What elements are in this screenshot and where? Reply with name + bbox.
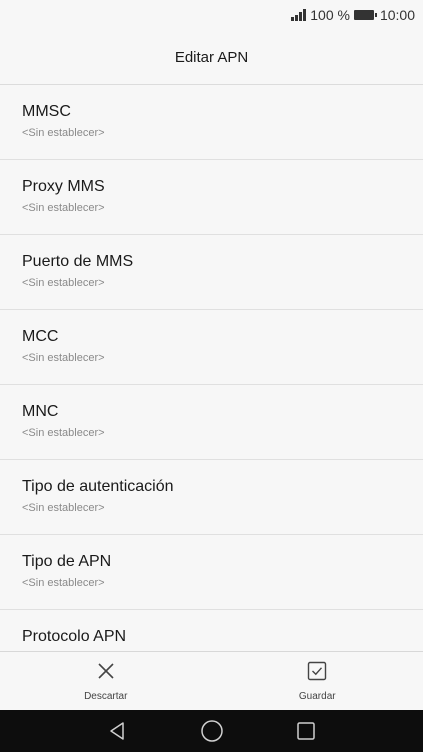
- setting-apn-protocol[interactable]: Protocolo APN: [0, 610, 423, 651]
- save-label: Guardar: [298, 691, 336, 702]
- setting-value: <Sin establecer>: [22, 352, 105, 364]
- navigation-bar: [0, 710, 423, 752]
- battery-icon: [353, 10, 377, 20]
- setting-label: Tipo de autenticación: [22, 478, 174, 495]
- setting-value: <Sin establecer>: [22, 127, 105, 139]
- signal-icon: [291, 9, 307, 21]
- setting-mmsc[interactable]: MMSC <Sin establecer>: [0, 85, 423, 160]
- setting-proxy-mms[interactable]: Proxy MMS <Sin establecer>: [0, 160, 423, 235]
- setting-label: Proxy MMS: [22, 178, 105, 195]
- recents-square-icon: [296, 722, 315, 740]
- back-button[interactable]: [106, 719, 130, 743]
- close-icon: [98, 663, 114, 679]
- setting-label: MNC: [22, 403, 59, 420]
- setting-mcc[interactable]: MCC <Sin establecer>: [0, 310, 423, 385]
- setting-value: <Sin establecer>: [22, 502, 105, 514]
- setting-auth-type[interactable]: Tipo de autenticación <Sin establecer>: [0, 460, 423, 535]
- setting-value: <Sin establecer>: [22, 427, 105, 439]
- setting-mms-port[interactable]: Puerto de MMS <Sin establecer>: [0, 235, 423, 310]
- back-triangle-icon: [109, 722, 124, 740]
- apn-settings-list: MMSC <Sin establecer> Proxy MMS <Sin est…: [0, 85, 423, 651]
- setting-label: MMSC: [22, 103, 71, 120]
- home-button[interactable]: [200, 719, 224, 743]
- setting-mnc[interactable]: MNC <Sin establecer>: [0, 385, 423, 460]
- setting-label: MCC: [22, 328, 59, 345]
- setting-value: <Sin establecer>: [22, 202, 105, 214]
- action-bar: Descartar Guardar: [0, 651, 423, 710]
- battery-percent: 100 %: [310, 7, 350, 23]
- setting-label: Tipo de APN: [22, 553, 112, 570]
- status-bar: 100 % 10:00: [0, 0, 423, 30]
- setting-label: Puerto de MMS: [22, 253, 134, 270]
- recents-button[interactable]: [294, 719, 318, 743]
- page-title: Editar APN: [174, 48, 249, 66]
- save-button[interactable]: Guardar: [212, 652, 423, 710]
- status-time: 10:00: [379, 7, 415, 23]
- discard-button[interactable]: Descartar: [0, 652, 212, 710]
- setting-apn-type[interactable]: Tipo de APN <Sin establecer>: [0, 535, 423, 610]
- setting-label: Protocolo APN: [22, 628, 127, 645]
- setting-value: <Sin establecer>: [22, 577, 105, 589]
- checkbox-check-icon: [308, 661, 327, 681]
- title-bar: Editar APN: [0, 30, 423, 85]
- home-circle-icon: [200, 720, 223, 742]
- discard-label: Descartar: [84, 691, 128, 702]
- screen: 100 % 10:00 Editar APN MMSC <Sin estable…: [0, 0, 423, 752]
- setting-value: <Sin establecer>: [22, 277, 105, 289]
